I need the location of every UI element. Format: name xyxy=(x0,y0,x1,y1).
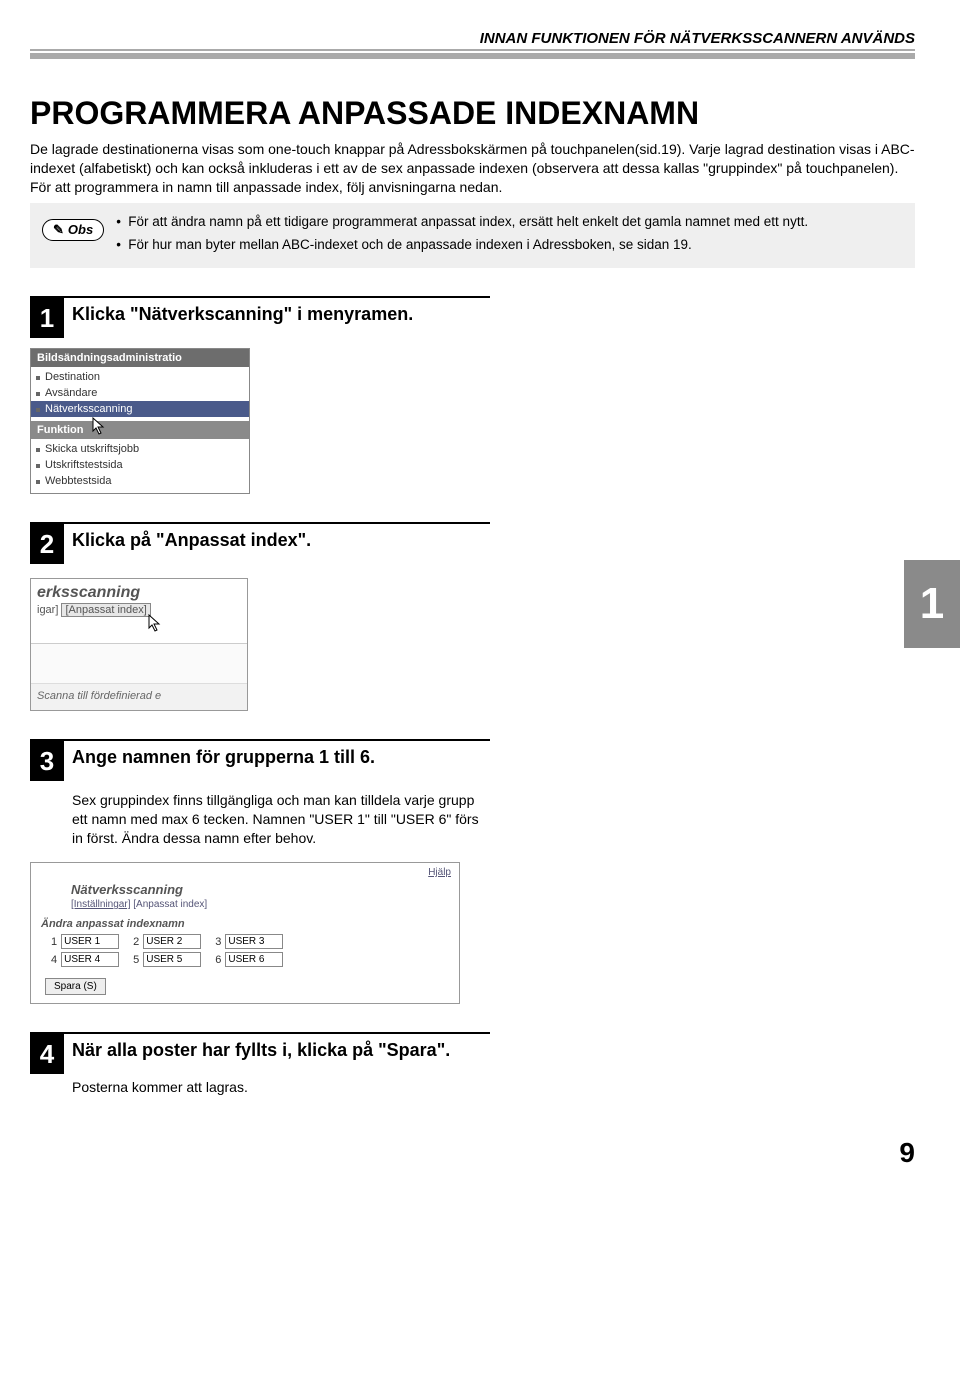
step-1: 1 Klicka "Nätverkscanning" i menyramen. … xyxy=(30,296,915,494)
mock2-crumb-prefix: igar] xyxy=(37,604,58,616)
mock1-item: Destination xyxy=(31,369,249,385)
mock3-crumb-left: [Inställningar] xyxy=(71,899,130,910)
note-list: För att ändra namn på ett tidigare progr… xyxy=(116,213,808,259)
step-number: 2 xyxy=(30,524,64,564)
mock2-crumb-box: [Anpassat index] xyxy=(61,603,150,617)
note-box: ✎ Obs För att ändra namn på ett tidigare… xyxy=(30,203,915,269)
step-title: Klicka "Nätverkscanning" i menyramen. xyxy=(64,298,413,326)
cursor-icon xyxy=(37,616,241,639)
mock3-field: 4 xyxy=(51,952,119,967)
screenshot-form: Hjälp Nätverksscanning [Inställningar] [… xyxy=(30,862,460,1004)
mock1-item-selected: Nätverksscanning xyxy=(31,401,249,417)
note-item: För hur man byter mellan ABC-indexet och… xyxy=(116,236,808,255)
step-3: 3 Ange namnen för grupperna 1 till 6. Se… xyxy=(30,739,915,1004)
step-head: 2 Klicka på "Anpassat index". xyxy=(30,522,490,564)
mock3-input[interactable] xyxy=(61,934,119,949)
mock1-item: Utskriftstestsida xyxy=(31,457,249,473)
mock3-input[interactable] xyxy=(61,952,119,967)
mock3-field: 5 xyxy=(133,952,201,967)
mock3-crumb: [Inställningar] [Anpassat index] xyxy=(71,899,451,910)
step-title: När alla poster har fyllts i, klicka på … xyxy=(64,1034,450,1062)
mock3-input[interactable] xyxy=(143,952,201,967)
mock3-row: 4 5 6 xyxy=(51,952,459,967)
mock1-heading: Bildsändningsadministratio xyxy=(31,349,249,367)
screenshot-sidebar-menu: Bildsändningsadministratio Destination A… xyxy=(30,348,250,494)
mock3-crumb-right: [Anpassat index] xyxy=(133,899,207,910)
mock3-input[interactable] xyxy=(225,952,283,967)
screenshot-breadcrumb: erksscanning igar] [Anpassat index] Scan… xyxy=(30,578,248,711)
mock3-field: 2 xyxy=(133,934,201,949)
mock3-save-button: Spara (S) xyxy=(45,978,106,995)
section-tab: 1 xyxy=(904,560,960,648)
mock1-sub-heading: Funktion xyxy=(31,421,249,439)
step-number: 3 xyxy=(30,741,64,781)
mock1-item: Webbtestsida xyxy=(31,473,249,489)
mock3-input[interactable] xyxy=(225,934,283,949)
mock3-field: 3 xyxy=(215,934,283,949)
step-head: 4 När alla poster har fyllts i, klicka p… xyxy=(30,1032,490,1074)
step-title: Ange namnen för grupperna 1 till 6. xyxy=(64,741,375,769)
page-number: 9 xyxy=(30,1137,915,1169)
step-2: 2 Klicka på "Anpassat index". erksscanni… xyxy=(30,522,915,711)
chapter-header: INNAN FUNKTIONEN FÖR NÄTVERKSSCANNERN AN… xyxy=(30,30,915,59)
step-number: 4 xyxy=(30,1034,64,1074)
mock3-help-link: Hjälp xyxy=(31,863,459,878)
mock1-item: Avsändare xyxy=(31,385,249,401)
step-number: 1 xyxy=(30,298,64,338)
mock3-field: 6 xyxy=(215,952,283,967)
chapter-header-text: INNAN FUNKTIONEN FÖR NÄTVERKSSCANNERN AN… xyxy=(480,30,915,47)
mock2-spacer xyxy=(31,644,247,684)
step-head: 1 Klicka "Nätverkscanning" i menyramen. xyxy=(30,296,490,338)
step-description: Posterna kommer att lagras. xyxy=(72,1078,492,1097)
note-label: Obs xyxy=(68,222,93,237)
step-head: 3 Ange namnen för grupperna 1 till 6. xyxy=(30,739,490,781)
mock2-footer: Scanna till fördefinierad e xyxy=(31,684,247,710)
step-description: Sex gruppindex finns tillgängliga och ma… xyxy=(72,791,492,848)
mock3-field: 1 xyxy=(51,934,119,949)
intro-paragraph: De lagrade destinationerna visas som one… xyxy=(30,140,915,197)
mock2-crumb: igar] [Anpassat index] xyxy=(31,604,247,644)
mock3-row: 1 2 3 xyxy=(51,934,459,949)
mock2-title: erksscanning xyxy=(31,579,247,604)
mock3-input[interactable] xyxy=(143,934,201,949)
mock3-subtitle: Ändra anpassat indexnamn xyxy=(41,918,459,930)
pencil-icon: ✎ xyxy=(53,222,64,238)
note-item: För att ändra namn på ett tidigare progr… xyxy=(116,213,808,232)
page-title: PROGRAMMERA ANPASSADE INDEXNAMN xyxy=(30,95,915,132)
step-title: Klicka på "Anpassat index". xyxy=(64,524,311,552)
mock3-title: Nätverksscanning xyxy=(71,882,451,897)
note-badge: ✎ Obs xyxy=(42,219,104,241)
step-4: 4 När alla poster har fyllts i, klicka p… xyxy=(30,1032,915,1097)
mock1-item: Skicka utskriftsjobb xyxy=(31,441,249,457)
